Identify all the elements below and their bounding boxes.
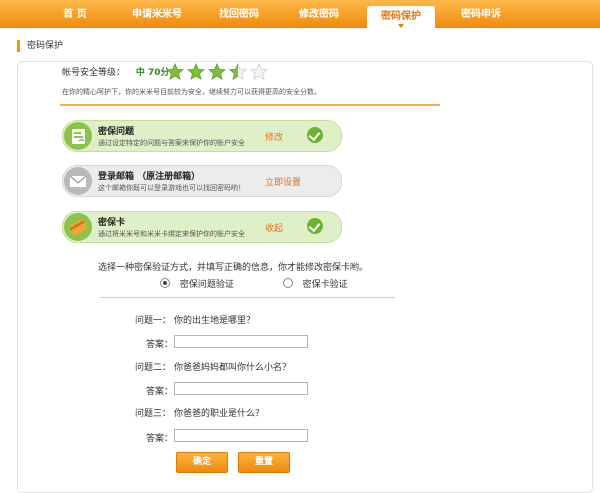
verify-method-options: 密保问题验证 密保卡验证 xyxy=(160,278,348,292)
check-icon xyxy=(307,127,323,143)
empty-star-icon xyxy=(249,63,268,80)
login-email-desc: 这个邮箱你既可以登录游戏也可以找回密码哟！ xyxy=(98,184,245,192)
radio-question-verify-label[interactable]: 密保问题验证 xyxy=(180,280,234,290)
answer-3-label: 答案： xyxy=(146,434,174,444)
nav-password-protection[interactable]: 密码保护 xyxy=(367,6,435,30)
divider xyxy=(60,104,440,106)
envelope-icon xyxy=(64,167,92,195)
answer-2-label: 答案： xyxy=(146,387,174,397)
nav-recover-password[interactable]: 找回密码 xyxy=(208,0,270,28)
radio-card-verify-label[interactable]: 密保卡验证 xyxy=(303,280,348,290)
security-level-label: 帐号安全等级： xyxy=(62,68,126,78)
star-icon xyxy=(186,63,205,80)
half-star-icon xyxy=(228,63,247,80)
radio-card-verify[interactable] xyxy=(282,278,293,288)
security-question-title: 密保问题 xyxy=(98,127,135,137)
question-3-label: 问题三： xyxy=(135,409,172,419)
security-tip: 在你的精心呵护下，你的米米号目前较为安全，继续努力可以获得更高的安全分数。 xyxy=(62,88,321,96)
nav-active-arrow-icon xyxy=(398,24,404,28)
security-rating-stars xyxy=(166,63,268,81)
security-card-title: 密保卡 xyxy=(98,218,126,228)
login-email-bar: 登录邮箱 （原注册邮箱） 这个邮箱你既可以登录游戏也可以找回密码哟！ 立即设置 xyxy=(62,165,342,197)
answer-1-input[interactable] xyxy=(174,335,308,348)
nav-password-protection-label: 密码保护 xyxy=(381,11,421,22)
security-question-desc: 通过设定特定的问题与答案来保护你的账户安全 xyxy=(98,139,245,147)
section-title: 密码保护 xyxy=(17,40,63,52)
question-3-text: 你爸爸的职业是什么？ xyxy=(174,409,265,419)
security-card-desc: 通过将米米号和米米卡绑定来保护你的账户安全 xyxy=(98,230,245,238)
collapse-security-card-link[interactable]: 收起 xyxy=(265,221,283,234)
card-icon xyxy=(64,213,92,241)
nav-change-password[interactable]: 修改密码 xyxy=(288,0,350,28)
divider xyxy=(100,297,395,298)
answer-3-input[interactable] xyxy=(174,429,308,442)
check-icon xyxy=(307,218,323,234)
reset-button[interactable]: 重置 xyxy=(238,452,290,473)
question-2-text: 你爸爸妈妈都叫你什么小名？ xyxy=(174,363,292,373)
security-level: 帐号安全等级： 中 70分 xyxy=(62,65,170,81)
question-1-label: 问题一： xyxy=(135,316,172,326)
top-nav-bar: 首 页 申请米米号 找回密码 修改密码 密码保护 密码申诉 xyxy=(0,0,600,30)
answer-2-input[interactable] xyxy=(174,382,308,395)
login-email-title: 登录邮箱 （原注册邮箱） xyxy=(98,172,201,182)
modify-security-question-link[interactable]: 修改 xyxy=(265,130,283,143)
security-card-bar: 密保卡 通过将米米号和米米卡绑定来保护你的账户安全 收起 xyxy=(62,211,342,243)
question-1-text: 你的出生地是哪里？ xyxy=(174,316,256,326)
question-card-icon xyxy=(64,122,92,150)
security-question-bar: 密保问题 通过设定特定的问题与答案来保护你的账户安全 修改 xyxy=(62,120,342,152)
nav-apply-account[interactable]: 申请米米号 xyxy=(122,0,192,28)
nav-password-appeal[interactable]: 密码申诉 xyxy=(450,0,512,28)
answer-1-label: 答案： xyxy=(146,340,174,350)
radio-question-verify[interactable] xyxy=(160,278,170,288)
confirm-button[interactable]: 确定 xyxy=(176,452,228,473)
star-icon xyxy=(207,63,226,80)
question-2-label: 问题二： xyxy=(135,363,172,373)
nav-home[interactable]: 首 页 xyxy=(44,0,106,28)
star-icon xyxy=(166,63,184,80)
setup-email-link[interactable]: 立即设置 xyxy=(265,175,301,188)
security-level-value: 中 70分 xyxy=(135,68,170,78)
verify-prompt: 选择一种密保验证方式，并填写正确的信息，你才能修改密保卡哟。 xyxy=(98,263,369,273)
